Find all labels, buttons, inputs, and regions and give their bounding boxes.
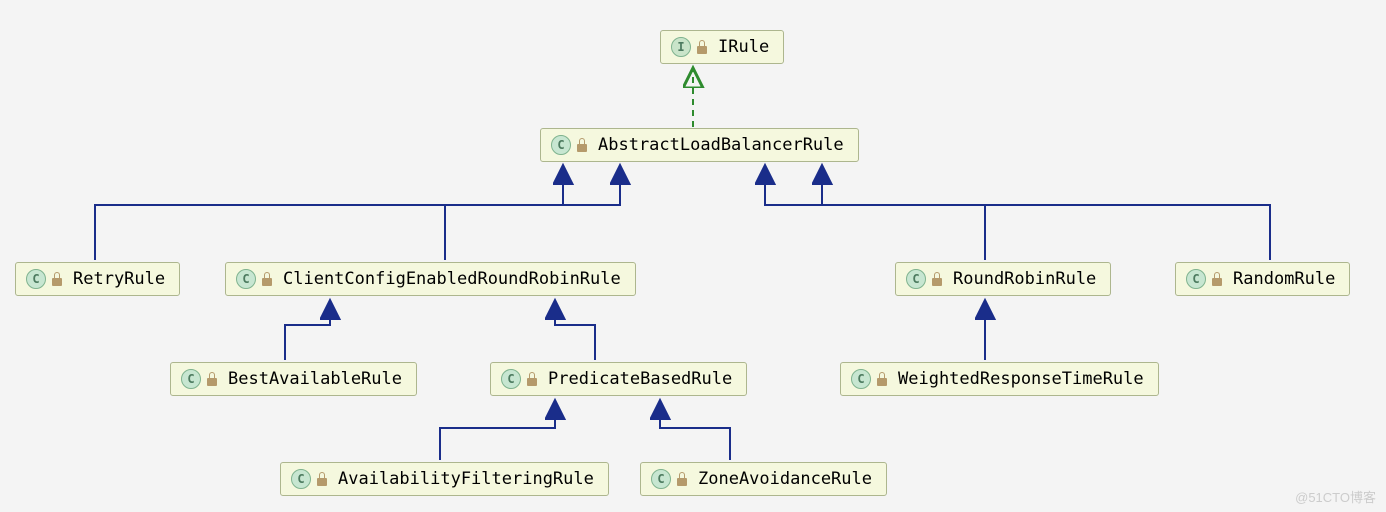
lock-icon	[696, 40, 708, 54]
node-best-available-rule[interactable]: C BestAvailableRule	[170, 362, 417, 396]
lock-icon	[206, 372, 218, 386]
class-icon: C	[26, 269, 46, 289]
node-zone-avoidance-rule[interactable]: C ZoneAvoidanceRule	[640, 462, 887, 496]
lock-icon	[576, 138, 588, 152]
class-icon: C	[651, 469, 671, 489]
class-icon: C	[291, 469, 311, 489]
lock-icon	[676, 472, 688, 486]
node-client-config-enabled-round-robin-rule[interactable]: C ClientConfigEnabledRoundRobinRule	[225, 262, 636, 296]
node-label: RandomRule	[1233, 269, 1335, 289]
node-label: ZoneAvoidanceRule	[698, 469, 872, 489]
class-icon: C	[851, 369, 871, 389]
connector-layer	[0, 0, 1386, 512]
class-icon: C	[236, 269, 256, 289]
class-icon: C	[501, 369, 521, 389]
node-retry-rule[interactable]: C RetryRule	[15, 262, 180, 296]
lock-icon	[1211, 272, 1223, 286]
node-weighted-response-time-rule[interactable]: C WeightedResponseTimeRule	[840, 362, 1159, 396]
node-label: BestAvailableRule	[228, 369, 402, 389]
node-label: IRule	[718, 37, 769, 57]
node-label: RoundRobinRule	[953, 269, 1096, 289]
node-abstract-load-balancer-rule[interactable]: C AbstractLoadBalancerRule	[540, 128, 859, 162]
class-icon: C	[551, 135, 571, 155]
node-label: ClientConfigEnabledRoundRobinRule	[283, 269, 621, 289]
interface-icon: I	[671, 37, 691, 57]
lock-icon	[51, 272, 63, 286]
lock-icon	[931, 272, 943, 286]
lock-icon	[876, 372, 888, 386]
node-predicate-based-rule[interactable]: C PredicateBasedRule	[490, 362, 747, 396]
lock-icon	[261, 272, 273, 286]
class-icon: C	[906, 269, 926, 289]
node-label: WeightedResponseTimeRule	[898, 369, 1144, 389]
node-random-rule[interactable]: C RandomRule	[1175, 262, 1350, 296]
watermark: @51CTO博客	[1295, 487, 1376, 506]
node-label: PredicateBasedRule	[548, 369, 732, 389]
node-label: RetryRule	[73, 269, 165, 289]
node-availability-filtering-rule[interactable]: C AvailabilityFilteringRule	[280, 462, 609, 496]
node-round-robin-rule[interactable]: C RoundRobinRule	[895, 262, 1111, 296]
lock-icon	[526, 372, 538, 386]
lock-icon	[316, 472, 328, 486]
class-icon: C	[181, 369, 201, 389]
class-icon: C	[1186, 269, 1206, 289]
node-irule[interactable]: I IRule	[660, 30, 784, 64]
node-label: AbstractLoadBalancerRule	[598, 135, 844, 155]
node-label: AvailabilityFilteringRule	[338, 469, 594, 489]
